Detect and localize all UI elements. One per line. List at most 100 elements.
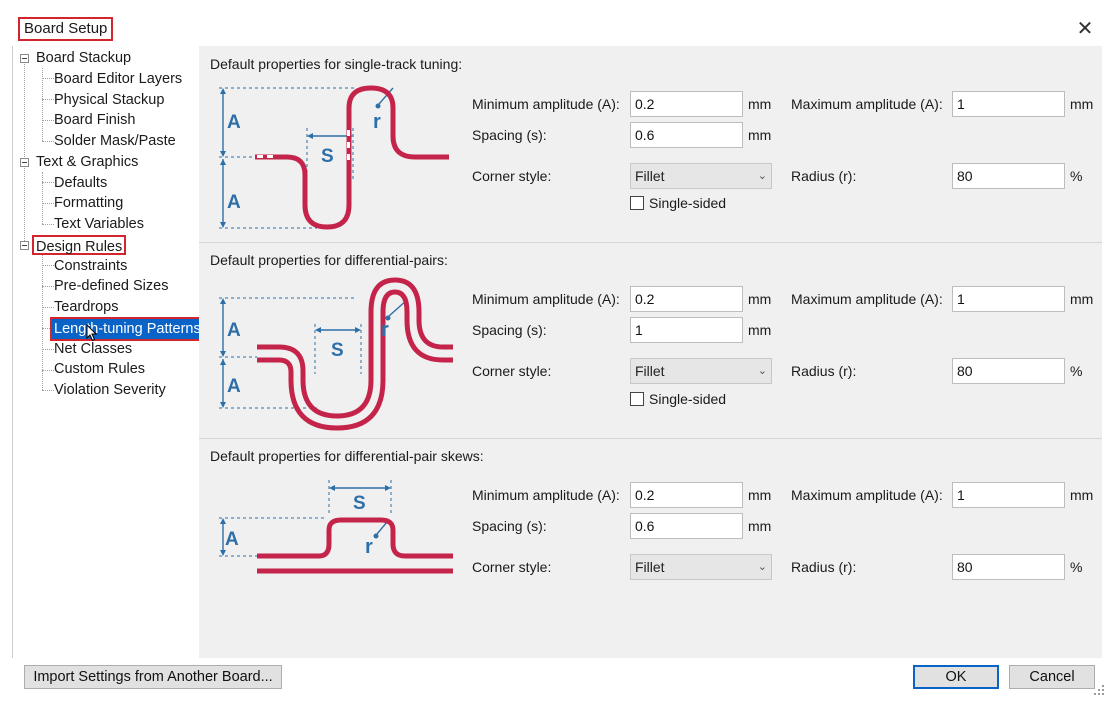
unit-label: mm <box>748 291 772 307</box>
tree-connector <box>42 265 54 266</box>
collapse-icon[interactable] <box>20 241 29 250</box>
corner-style-label: Corner style: <box>472 363 552 379</box>
settings-tree: Board Stackup Board Editor Layers Physic… <box>14 48 205 658</box>
radius-label: Radius (r): <box>791 363 857 379</box>
radius-input[interactable]: 80 <box>952 358 1065 384</box>
unit-label: mm <box>1070 487 1094 503</box>
max-amplitude-label: Maximum amplitude (A): <box>791 487 943 503</box>
unit-label: mm <box>1070 291 1094 307</box>
percent-label: % <box>1070 363 1083 379</box>
percent-label: % <box>1070 559 1083 575</box>
single-sided-label: Single-sided <box>649 391 727 407</box>
spacing-input[interactable]: 0.6 <box>630 122 743 148</box>
unit-label: mm <box>748 96 772 112</box>
tree-item-text-graphics[interactable]: Text & Graphics <box>36 152 138 172</box>
unit-label: mm <box>748 487 772 503</box>
min-amplitude-input[interactable]: 0.2 <box>630 91 743 117</box>
cancel-button[interactable]: Cancel <box>1009 665 1095 689</box>
corner-style-select[interactable]: Fillet ⌄ <box>630 358 772 384</box>
radius-input[interactable]: 80 <box>952 163 1065 189</box>
dialog-left-border <box>12 46 13 658</box>
tree-item-custom-rules[interactable]: Custom Rules <box>54 359 145 379</box>
tree-connector <box>42 370 54 371</box>
spacing-label: S <box>331 340 344 361</box>
spacing-label: Spacing (s): <box>472 127 547 143</box>
length-tuning-panel: Default properties for single-track tuni… <box>199 46 1102 658</box>
collapse-icon[interactable] <box>20 54 29 63</box>
tree-item-net-classes[interactable]: Net Classes <box>54 339 132 359</box>
spacing-input[interactable]: 0.6 <box>630 513 743 539</box>
spacing-label: Spacing (s): <box>472 322 547 338</box>
radius-input[interactable]: 80 <box>952 554 1065 580</box>
radius-label: Radius (r): <box>791 168 857 184</box>
tree-item-solder-mask-paste[interactable]: Solder Mask/Paste <box>54 131 176 151</box>
percent-label: % <box>1070 168 1083 184</box>
ok-button[interactable]: OK <box>913 665 999 689</box>
collapse-icon[interactable] <box>20 158 29 167</box>
tree-connector <box>42 203 54 204</box>
amplitude-label: A <box>227 112 241 133</box>
amplitude-label: A <box>227 376 241 397</box>
tree-item-defaults[interactable]: Defaults <box>54 173 107 193</box>
tree-connector <box>24 58 25 245</box>
single-sided-checkbox[interactable] <box>630 196 644 210</box>
tree-item-formatting[interactable]: Formatting <box>54 193 123 213</box>
tree-connector <box>42 349 54 350</box>
min-amplitude-input[interactable]: 0.2 <box>630 286 743 312</box>
unit-label: mm <box>748 518 772 534</box>
diff-pair-skew-diagram: A S r <box>219 480 453 574</box>
single-sided-checkbox[interactable] <box>630 392 644 406</box>
tree-item-pre-defined-sizes[interactable]: Pre-defined Sizes <box>54 276 168 296</box>
amplitude-label: A <box>227 192 241 213</box>
spacing-label: S <box>321 146 334 167</box>
spacing-label: Spacing (s): <box>472 518 547 534</box>
resize-grip-icon[interactable] <box>1093 684 1105 696</box>
tree-connector <box>42 307 54 308</box>
amplitude-label: A <box>227 320 241 341</box>
tree-connector <box>42 141 54 142</box>
chevron-down-icon: ⌄ <box>757 365 767 377</box>
corner-style-value: Fillet <box>635 559 665 575</box>
tree-item-constraints[interactable]: Constraints <box>54 256 127 276</box>
tree-item-text-variables[interactable]: Text Variables <box>54 214 144 234</box>
max-amplitude-input[interactable]: 1 <box>952 482 1065 508</box>
corner-style-value: Fillet <box>635 363 665 379</box>
min-amplitude-label: Minimum amplitude (A): <box>472 96 620 112</box>
close-icon[interactable]: ✕ <box>1074 18 1096 40</box>
section-title-diff-pairs: Default properties for differential-pair… <box>210 252 448 268</box>
max-amplitude-label: Maximum amplitude (A): <box>791 291 943 307</box>
tree-item-length-tuning-patterns[interactable]: Length-tuning Patterns <box>50 317 205 341</box>
tree-item-design-rules[interactable]: Design Rules <box>32 235 127 255</box>
tree-item-board-editor-layers[interactable]: Board Editor Layers <box>54 69 182 89</box>
radius-label: r <box>365 536 373 558</box>
min-amplitude-input[interactable]: 0.2 <box>630 482 743 508</box>
tree-item-board-stackup[interactable]: Board Stackup <box>36 48 131 68</box>
section-divider <box>199 242 1102 243</box>
corner-style-select[interactable]: Fillet ⌄ <box>630 163 772 189</box>
corner-style-label: Corner style: <box>472 559 552 575</box>
tree-item-board-finish[interactable]: Board Finish <box>54 110 135 130</box>
unit-label: mm <box>748 127 772 143</box>
radius-label: Radius (r): <box>791 559 857 575</box>
corner-style-value: Fillet <box>635 168 665 184</box>
max-amplitude-label: Maximum amplitude (A): <box>791 96 943 112</box>
tree-item-teardrops[interactable]: Teardrops <box>54 297 118 317</box>
section-title-single-track: Default properties for single-track tuni… <box>210 56 463 72</box>
radius-label: r <box>381 319 389 341</box>
tree-item-physical-stackup[interactable]: Physical Stackup <box>54 90 164 110</box>
max-amplitude-input[interactable]: 1 <box>952 286 1065 312</box>
spacing-input[interactable]: 1 <box>630 317 743 343</box>
corner-style-select[interactable]: Fillet ⌄ <box>630 554 772 580</box>
tree-item-violation-severity[interactable]: Violation Severity <box>54 380 166 400</box>
radius-label: r <box>373 111 381 133</box>
max-amplitude-input[interactable]: 1 <box>952 91 1065 117</box>
min-amplitude-label: Minimum amplitude (A): <box>472 487 620 503</box>
unit-label: mm <box>1070 96 1094 112</box>
tree-connector <box>42 172 43 224</box>
diff-pair-diagram: A A S r <box>219 277 453 431</box>
spacing-label: S <box>353 493 366 514</box>
tree-connector <box>42 224 54 225</box>
tree-connector <box>42 182 54 183</box>
mouse-cursor-icon <box>86 324 98 342</box>
import-settings-button[interactable]: Import Settings from Another Board... <box>24 665 282 689</box>
